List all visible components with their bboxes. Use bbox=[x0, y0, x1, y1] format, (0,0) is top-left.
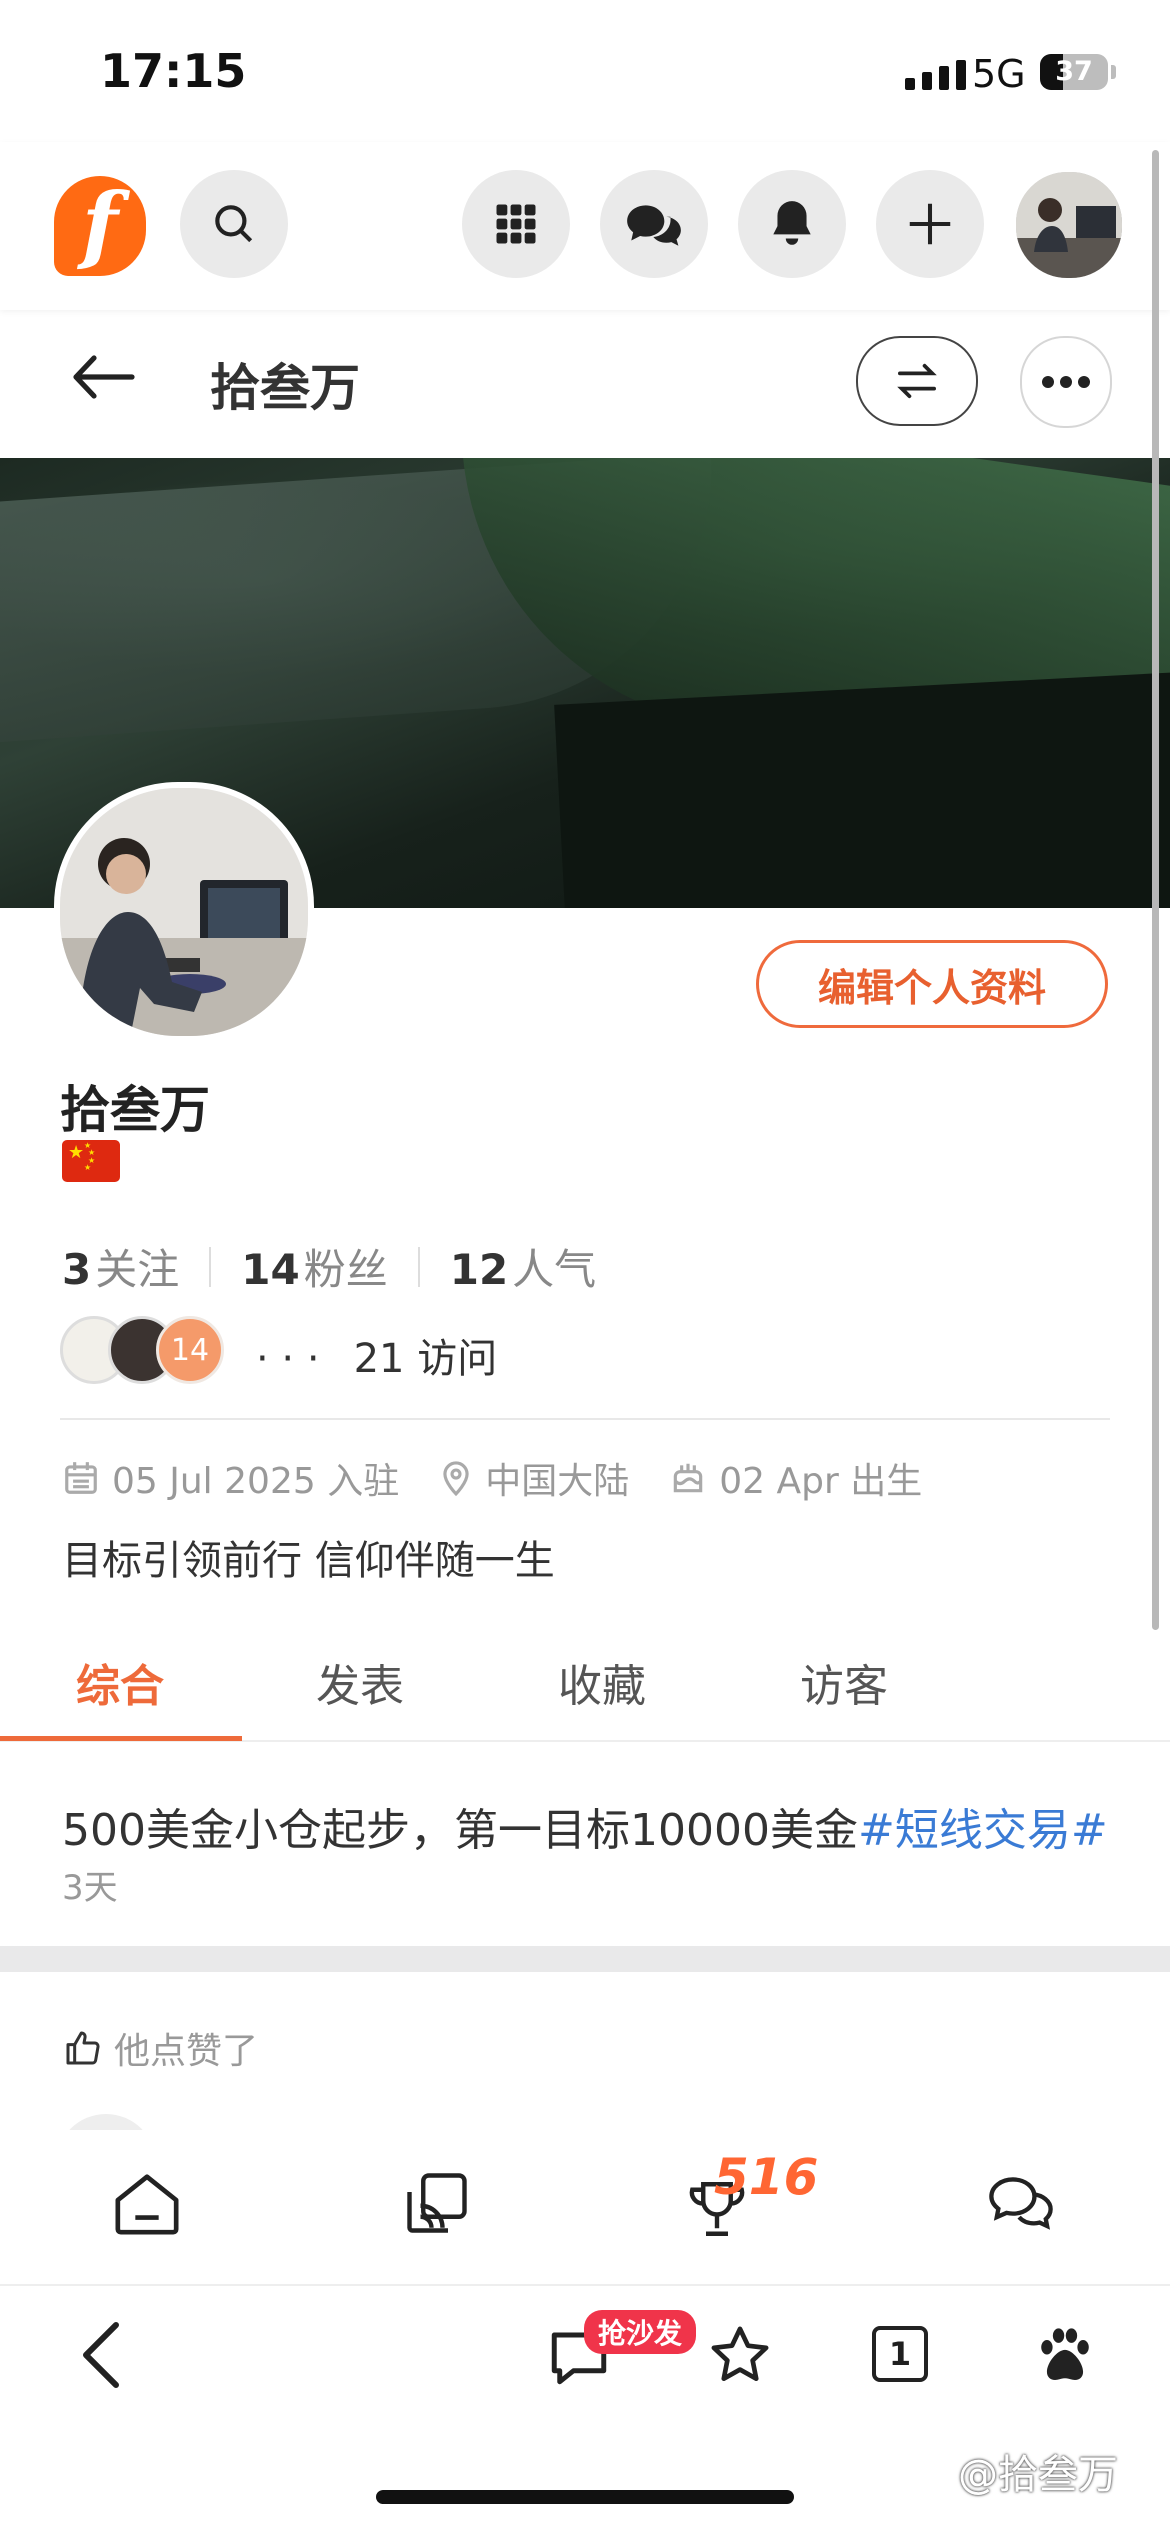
home-tab[interactable] bbox=[112, 2170, 182, 2240]
logo-letter: f bbox=[81, 173, 119, 273]
battery-icon: 37 bbox=[1040, 54, 1108, 90]
feed-tab[interactable] bbox=[404, 2170, 470, 2240]
birthday: 02 Apr 出生 bbox=[669, 1452, 922, 1504]
recent-fans[interactable]: 14 bbox=[60, 1316, 230, 1388]
back-arrow-icon[interactable] bbox=[70, 352, 136, 402]
visits[interactable]: · · · 21 访问 bbox=[256, 1326, 497, 1384]
cake-icon bbox=[673, 1463, 703, 1493]
browser-back-icon[interactable] bbox=[78, 2320, 124, 2390]
post-hashtag[interactable]: #短线交易# bbox=[858, 1805, 1108, 1856]
more-dots-icon bbox=[1042, 376, 1090, 388]
status-time: 17:15 bbox=[100, 44, 247, 98]
create-button[interactable] bbox=[876, 170, 984, 278]
location-pin-icon bbox=[443, 1461, 469, 1497]
grab-sofa-badge[interactable]: 抢沙发 bbox=[584, 2310, 697, 2354]
star-icon bbox=[711, 2326, 769, 2381]
favorite-button[interactable] bbox=[706, 2322, 774, 2392]
thumbs-up-icon bbox=[66, 2031, 100, 2065]
trophy-badge: 516 bbox=[714, 2148, 819, 2206]
title-row bbox=[0, 312, 1170, 458]
user-avatar[interactable] bbox=[1014, 170, 1124, 280]
tab-visitors[interactable]: 访客 bbox=[800, 1650, 888, 1714]
bell-icon bbox=[773, 201, 811, 245]
profile-meta: 05 Jul 2025 入驻 中国大陆 02 Apr 出生 bbox=[62, 1452, 962, 1504]
messages-button[interactable] bbox=[600, 170, 708, 278]
baidu-button[interactable] bbox=[1034, 2324, 1096, 2390]
search-button[interactable] bbox=[180, 170, 288, 278]
profile-avatar[interactable] bbox=[54, 782, 314, 1042]
cast-feed-icon bbox=[407, 2173, 467, 2233]
more-options-button[interactable] bbox=[1020, 336, 1112, 428]
post-time: 3天 bbox=[62, 1868, 118, 1908]
chat-icon bbox=[989, 2177, 1053, 2230]
joined-date: 05 Jul 2025 入驻 bbox=[62, 1452, 399, 1504]
visits-count: 21 访问 bbox=[353, 1336, 498, 1382]
liked-section-header: 他点赞了 bbox=[62, 2022, 258, 2074]
top-navigation bbox=[0, 142, 1170, 310]
apps-button[interactable] bbox=[462, 170, 570, 278]
cellular-signal-icon bbox=[905, 60, 966, 90]
battery-level: 37 bbox=[1055, 56, 1093, 87]
chat-tab[interactable] bbox=[986, 2170, 1056, 2236]
notifications-button[interactable] bbox=[738, 170, 846, 278]
network-type: 5G bbox=[972, 52, 1026, 96]
baidu-paw-icon bbox=[1041, 2328, 1089, 2381]
active-tab-indicator bbox=[0, 1736, 242, 1741]
apps-grid-icon bbox=[496, 204, 536, 244]
post-item[interactable]: 500美金小仓起步，第一目标10000美金#短线交易# bbox=[62, 1794, 1108, 1858]
profile-bio: 目标引领前行 信仰伴随一生 bbox=[62, 1538, 555, 1584]
calendar-icon bbox=[65, 1462, 97, 1494]
fans-count-badge: 14 bbox=[156, 1316, 224, 1384]
plus-icon bbox=[909, 203, 951, 245]
profile-stats: 3关注 14粉丝 12人气 bbox=[62, 1236, 596, 1297]
post-text: 500美金小仓起步，第一目标10000美金 bbox=[62, 1805, 858, 1856]
battery-cap bbox=[1111, 65, 1116, 79]
search-icon bbox=[215, 205, 253, 243]
tab-posts[interactable]: 发表 bbox=[316, 1650, 404, 1714]
location: 中国大陆 bbox=[439, 1452, 629, 1504]
home-indicator[interactable] bbox=[376, 2490, 794, 2504]
china-flag-icon: ★ ★ ★ ★ ★ bbox=[62, 1140, 120, 1182]
popularity-stat[interactable]: 12人气 bbox=[450, 1236, 596, 1297]
section-separator bbox=[0, 1946, 1170, 1972]
edit-profile-button[interactable]: 编辑个人资料 bbox=[756, 940, 1108, 1028]
app-logo[interactable]: f bbox=[54, 173, 146, 276]
tab-overview[interactable]: 综合 bbox=[76, 1650, 164, 1714]
switch-arrows-icon bbox=[897, 363, 937, 399]
page-title: 拾叁万 bbox=[210, 359, 360, 417]
chat-bubbles-icon bbox=[627, 205, 681, 246]
divider bbox=[60, 1418, 1110, 1420]
watermark: @拾叁万 bbox=[958, 2452, 1118, 2498]
profile-name: 拾叁万 bbox=[60, 1081, 210, 1139]
followers-stat[interactable]: 14粉丝 bbox=[241, 1236, 387, 1297]
scrollbar[interactable] bbox=[1152, 150, 1159, 1630]
following-stat[interactable]: 3关注 bbox=[62, 1236, 179, 1297]
home-icon bbox=[115, 2174, 179, 2235]
tab-favorites[interactable]: 收藏 bbox=[558, 1650, 646, 1714]
visits-dots: · · · bbox=[256, 1336, 320, 1382]
switch-account-button[interactable] bbox=[856, 336, 978, 426]
tabs-count-button[interactable]: 1 bbox=[872, 2326, 928, 2382]
